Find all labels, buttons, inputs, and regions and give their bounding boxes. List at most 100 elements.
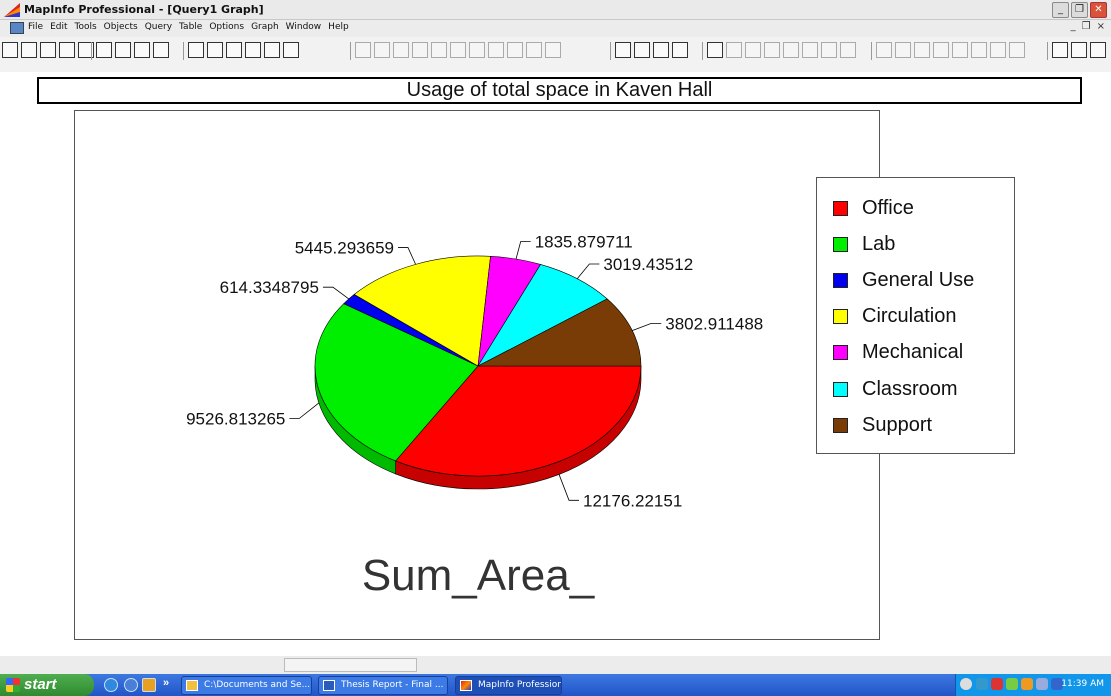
menu-file[interactable]: File [28,22,43,32]
mapinfo-logo-icon [460,680,472,691]
symbol-style-tool-icon[interactable] [653,42,669,58]
graph-frame: 12176.22151 9526.813265 614.3348795 5445.29… [74,110,880,640]
internet-explorer-icon[interactable] [104,678,118,692]
paste-tool-icon[interactable] [134,42,150,58]
task-word[interactable]: Thesis Report - Final ... [318,676,448,695]
legend-item: Office [833,196,914,220]
doc-close-button[interactable]: × [1097,21,1105,32]
line-style-tool-icon[interactable] [615,42,631,58]
toolbar [0,37,1111,72]
change-view-tool-icon[interactable] [914,42,930,58]
layer-control-tool-icon[interactable] [1090,42,1106,58]
title-bar[interactable]: MapInfo Professional - [Query1 Graph] _ … [0,0,1111,20]
toolbar-separator [702,42,703,60]
help-pointer-tool-icon[interactable] [283,42,299,58]
task-explorer[interactable]: C:\Documents and Se... [181,676,312,695]
zoom-out-tool-icon[interactable] [895,42,911,58]
close-button[interactable]: ✕ [1090,2,1107,18]
cut-tool-icon[interactable] [96,42,112,58]
show-legend-tool-icon[interactable] [1071,42,1087,58]
new-grapher-tool-icon[interactable] [226,42,242,58]
outlook-icon[interactable] [124,678,138,692]
text-tool-icon[interactable] [488,42,504,58]
info-tool-tool-icon[interactable] [840,42,856,58]
data-label: 5445.293659 [295,239,394,258]
graph-select-tool-icon[interactable] [821,42,837,58]
menu-items: File Edit Tools Objects Query Table Opti… [28,22,349,32]
rounded-rect-tool-icon[interactable] [469,42,485,58]
menu-query[interactable]: Query [145,22,172,32]
select-tool-icon[interactable] [707,42,723,58]
start-button[interactable]: start [0,674,94,696]
legend-label: Mechanical [862,341,964,364]
reshape-tool-icon[interactable] [526,42,542,58]
boundary-tool-icon[interactable] [783,42,799,58]
legend-item: Classroom [833,377,958,401]
media-player-icon[interactable] [142,678,156,692]
statistics-tool-icon[interactable] [1052,42,1068,58]
legend-item: Support [833,413,932,437]
polygon-tool-icon[interactable] [412,42,428,58]
start-label: start [24,676,57,693]
ruler-tool-icon[interactable] [971,42,987,58]
graph-title: Usage of total space in Kaven Hall [37,77,1082,104]
new-layout-tool-icon[interactable] [245,42,261,58]
display-icon[interactable] [1036,678,1048,690]
new-tool-icon[interactable] [2,42,18,58]
legend-item: General Use [833,268,974,292]
menu-options[interactable]: Options [209,22,244,32]
new-redistrict-tool-icon[interactable] [264,42,280,58]
polyline-tool-icon[interactable] [374,42,390,58]
open-tool-icon[interactable] [21,42,37,58]
line-tool-icon[interactable] [355,42,371,58]
frame-tool-icon[interactable] [507,42,523,58]
save-tool-icon[interactable] [59,42,75,58]
network-icon[interactable] [976,678,988,690]
doc-minimize-button[interactable]: _ [1071,21,1076,32]
add-node-tool-icon[interactable] [545,42,561,58]
text-style-tool-icon[interactable] [672,42,688,58]
graph-document-icon[interactable] [10,22,24,34]
legend-swatch [833,345,848,361]
zoom-in-tool-icon[interactable] [876,42,892,58]
task-mapinfo[interactable]: MapInfo Professional ... [455,676,562,695]
menu-graph[interactable]: Graph [251,22,279,32]
toolbar-separator [1047,42,1048,60]
marquee-tool-icon[interactable] [726,42,742,58]
data-label: 3019.43512 [603,255,693,274]
tray-expand-icon[interactable] [960,678,972,690]
new-mapper-tool-icon[interactable] [207,42,223,58]
menu-objects[interactable]: Objects [104,22,138,32]
grabber-tool-icon[interactable] [933,42,949,58]
minimize-button[interactable]: _ [1052,2,1069,18]
status-bar-field [284,658,417,672]
data-label: 9526.813265 [186,409,285,428]
update-icon[interactable] [1006,678,1018,690]
new-browser-tool-icon[interactable] [188,42,204,58]
region-style-tool-icon[interactable] [634,42,650,58]
invert-tool-icon[interactable] [802,42,818,58]
radius-tool-icon[interactable] [745,42,761,58]
drag-window-tool-icon[interactable] [990,42,1006,58]
rectangle-tool-icon[interactable] [450,42,466,58]
menu-table[interactable]: Table [179,22,202,32]
copy-tool-icon[interactable] [115,42,131,58]
menu-edit[interactable]: Edit [50,22,67,32]
menu-help[interactable]: Help [328,22,349,32]
save-workspace-tool-icon[interactable] [40,42,56,58]
menu-tools[interactable]: Tools [75,22,97,32]
antivirus-icon[interactable] [991,678,1003,690]
polygon-select-tool-icon[interactable] [764,42,780,58]
arc-tool-icon[interactable] [393,42,409,58]
info-tool-icon[interactable] [952,42,968,58]
legend-tool-tool-icon[interactable] [1009,42,1025,58]
menu-window[interactable]: Window [286,22,322,32]
ellipse-tool-icon[interactable] [431,42,447,58]
quicklaunch-more-icon[interactable]: » [163,677,169,689]
undo-tool-icon[interactable] [153,42,169,58]
messenger-icon[interactable] [1021,678,1033,690]
doc-restore-button[interactable]: ❐ [1082,21,1091,32]
data-label: 12176.22151 [583,491,682,510]
restore-button[interactable]: ❐ [1071,2,1088,18]
data-label-leader [289,402,320,419]
